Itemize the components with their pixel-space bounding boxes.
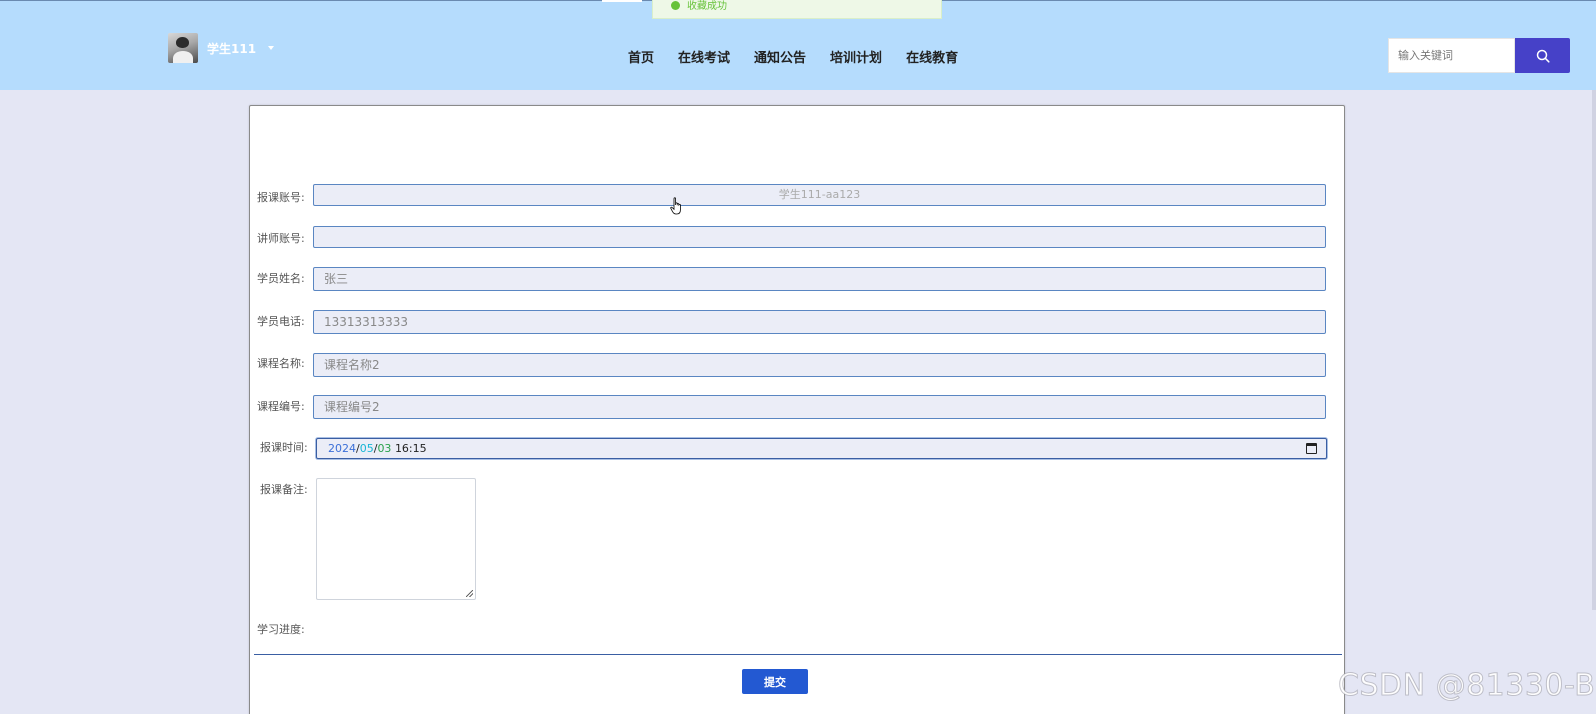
- note-textarea[interactable]: [316, 478, 476, 600]
- date-time: 16:15: [394, 442, 427, 455]
- enroll-date-input[interactable]: 2024/05/03 16:15: [316, 438, 1327, 459]
- field-label: 学员电话:: [257, 315, 305, 328]
- search-icon: [1536, 49, 1550, 63]
- main-nav: 首页 在线考试 通知公告 培训计划 在线教育: [628, 47, 982, 66]
- submit-button[interactable]: 提交: [742, 669, 808, 694]
- toast-message: 收藏成功: [687, 1, 727, 12]
- resize-handle-icon[interactable]: [466, 590, 473, 597]
- course-name-field[interactable]: 课程名称2: [313, 353, 1326, 377]
- student-phone-field[interactable]: 13313313333: [313, 310, 1326, 334]
- nav-item-online-exam[interactable]: 在线考试: [678, 47, 730, 66]
- nav-item-training-plan[interactable]: 培训计划: [830, 47, 882, 66]
- divider: [254, 654, 1342, 655]
- avatar[interactable]: [168, 33, 198, 63]
- field-label: 学员姓名:: [257, 272, 305, 285]
- teacher-account-field[interactable]: [313, 226, 1326, 248]
- search-box: [1388, 38, 1570, 73]
- user-menu[interactable]: 学生111: [168, 33, 275, 63]
- date-month: 05: [359, 442, 374, 455]
- enrollment-form: 报课账号: 学生111-aa123 讲师账号: 学员姓名: 张三 学员电话: 1…: [249, 105, 1345, 714]
- nav-item-notices[interactable]: 通知公告: [754, 47, 806, 66]
- toast-divider: [602, 0, 642, 2]
- success-toast: 收藏成功: [652, 0, 942, 19]
- hand-cursor-icon: [670, 197, 681, 215]
- search-input[interactable]: [1388, 38, 1515, 73]
- scrollbar[interactable]: [1592, 90, 1596, 610]
- search-button[interactable]: [1515, 38, 1570, 73]
- field-label: 学习进度:: [257, 623, 305, 636]
- caret-down-icon[interactable]: [268, 46, 275, 50]
- field-label: 课程名称:: [257, 357, 305, 370]
- date-day: 03: [377, 442, 392, 455]
- field-label: 讲师账号:: [257, 232, 305, 245]
- student-name-field[interactable]: 张三: [313, 267, 1326, 291]
- field-label: 报课时间:: [260, 441, 308, 454]
- field-label: 课程编号:: [257, 400, 305, 413]
- check-circle-icon: [671, 0, 680, 10]
- calendar-icon[interactable]: [1306, 443, 1317, 454]
- nav-item-home[interactable]: 首页: [628, 47, 654, 66]
- nav-item-online-education[interactable]: 在线教育: [906, 47, 958, 66]
- field-label: 报课备注:: [260, 483, 308, 496]
- watermark: CSDN @81330-BS: [1337, 668, 1596, 704]
- date-year: 2024: [328, 442, 356, 455]
- field-label: 报课账号:: [257, 191, 305, 204]
- enroll-account-field[interactable]: 学生111-aa123: [313, 184, 1326, 206]
- user-name[interactable]: 学生111: [207, 40, 256, 57]
- course-code-field[interactable]: 课程编号2: [313, 395, 1326, 419]
